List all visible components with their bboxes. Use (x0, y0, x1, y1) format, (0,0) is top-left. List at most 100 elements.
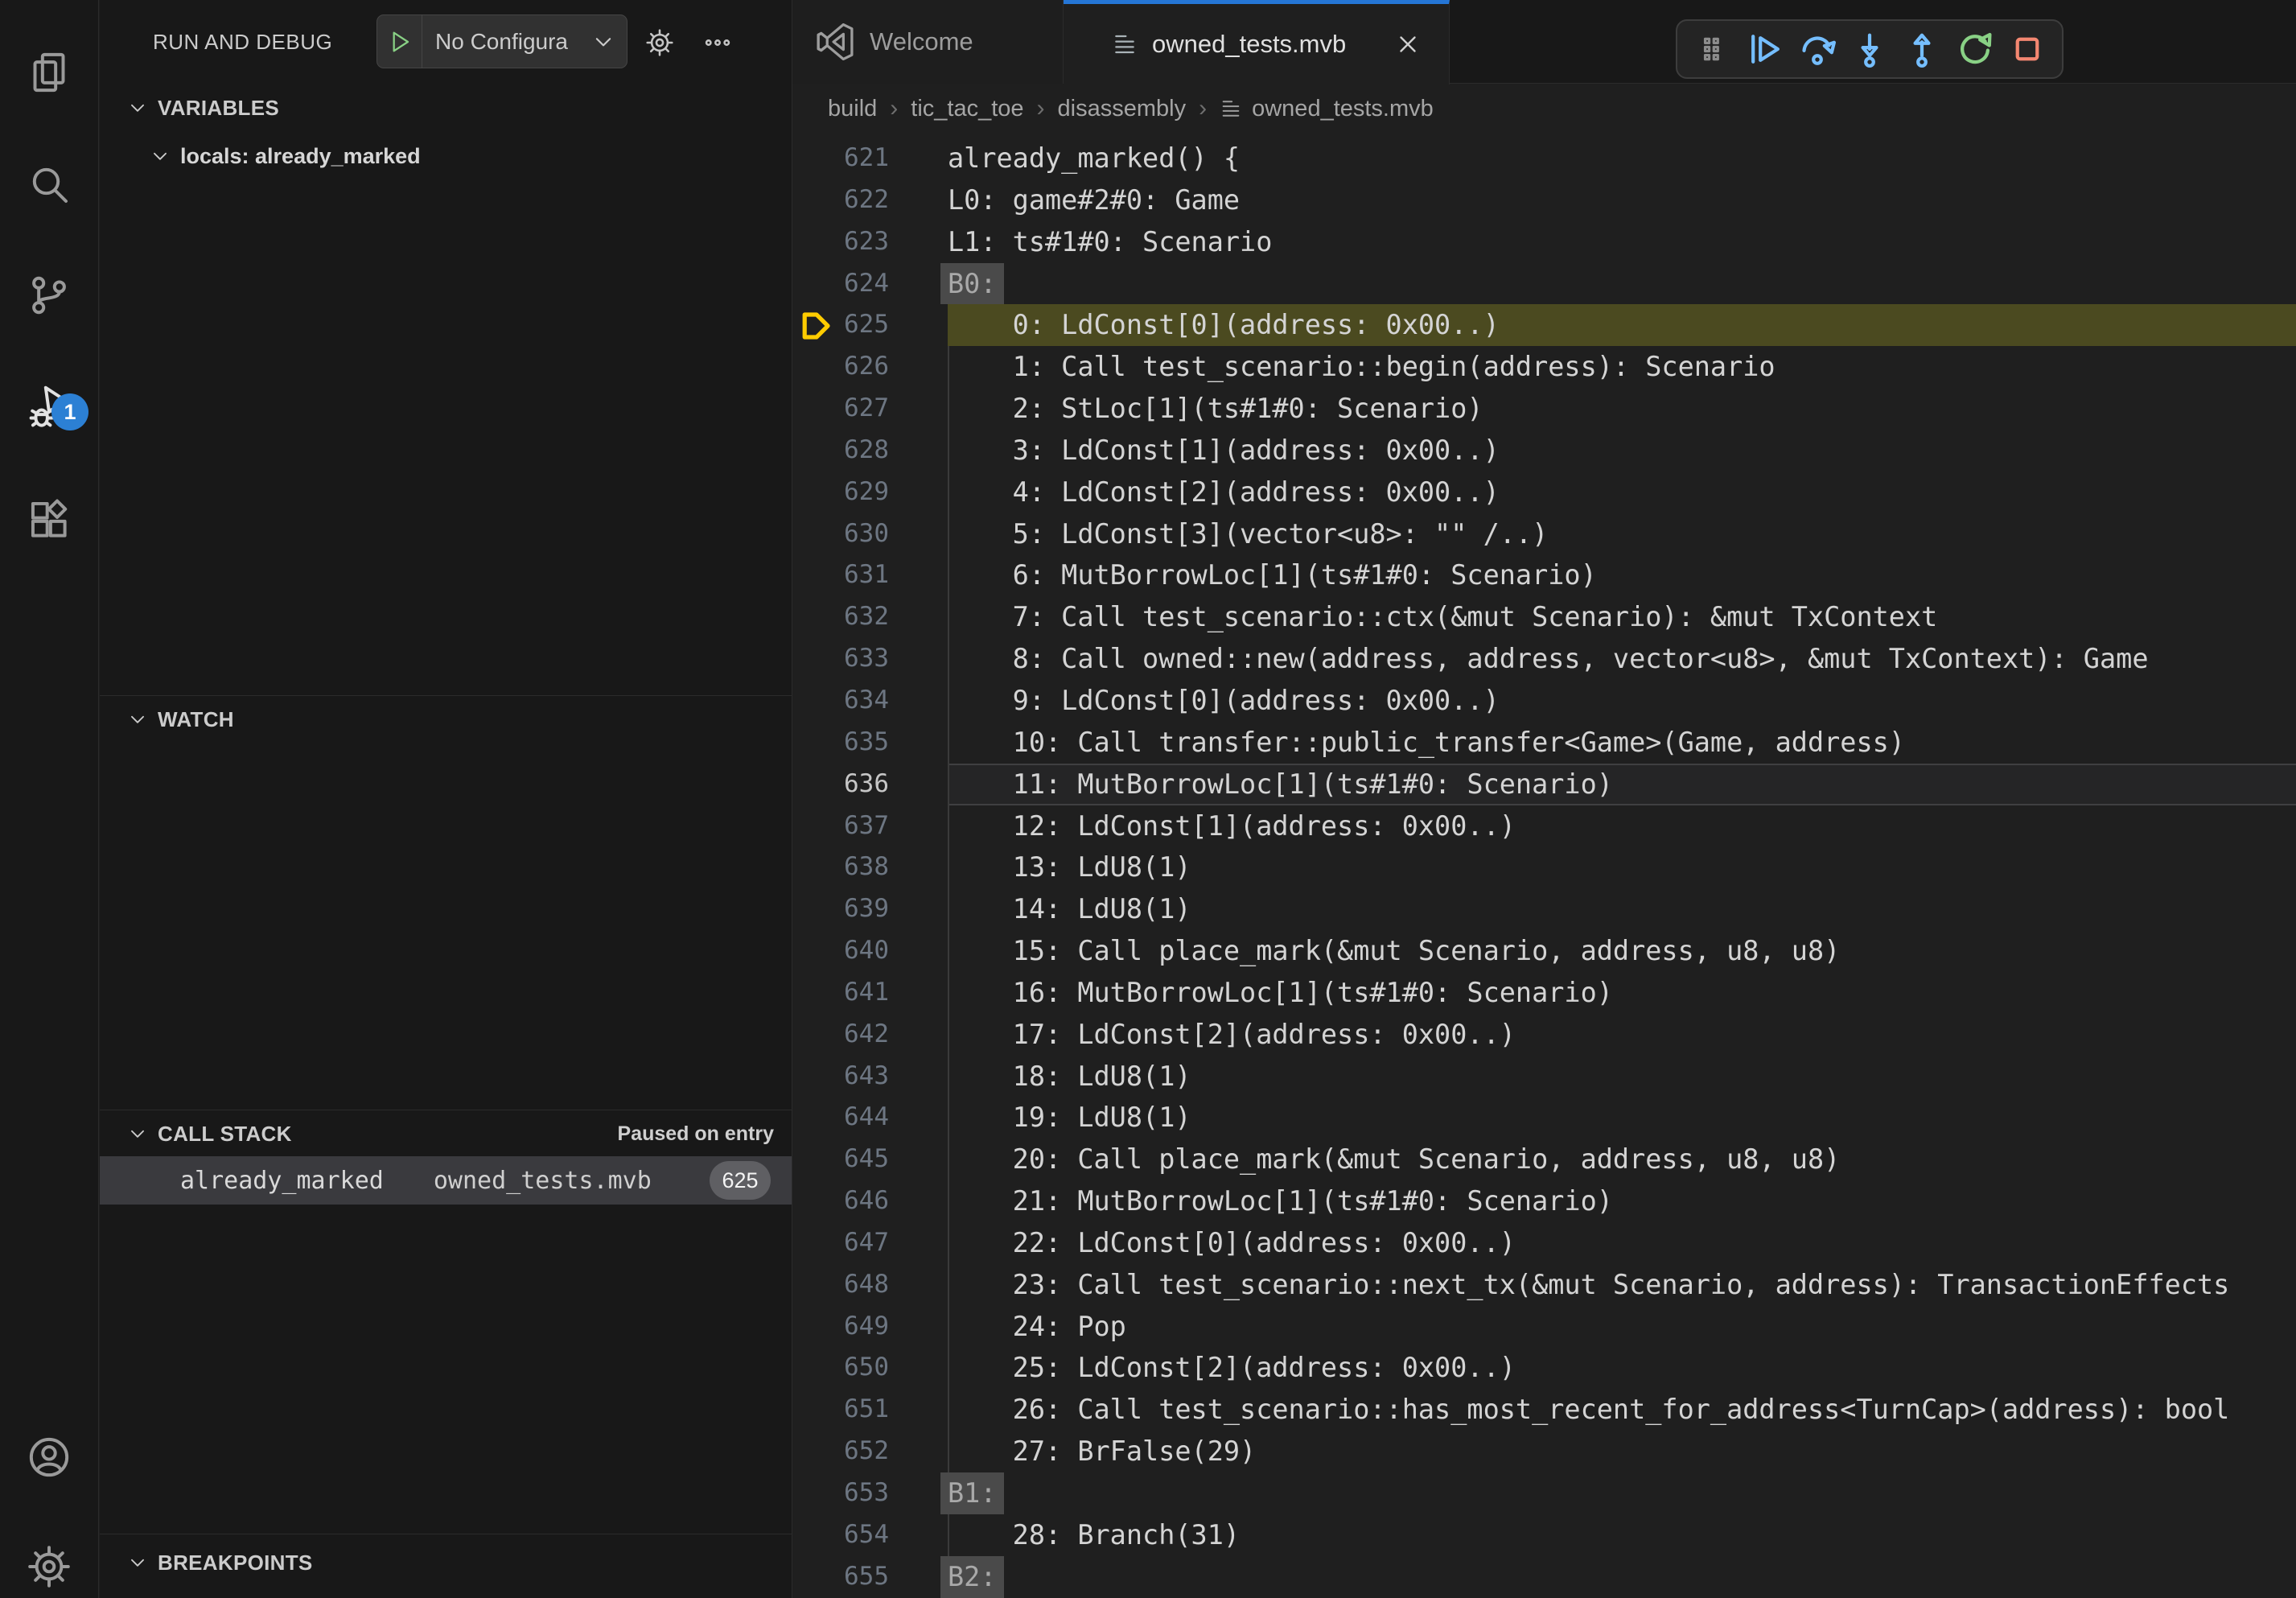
activity-item-search[interactable] (0, 146, 98, 223)
code-line-639[interactable]: 639 14: LdU8(1) (792, 888, 2296, 930)
line-number[interactable]: 653 (792, 1472, 889, 1514)
line-number[interactable]: 648 (792, 1264, 889, 1306)
line-number[interactable]: 633 (792, 638, 889, 680)
line-number[interactable]: 655 (792, 1556, 889, 1598)
line-number[interactable]: 639 (792, 888, 889, 930)
close-icon[interactable] (1394, 31, 1422, 58)
code-line-654[interactable]: 654 28: Branch(31) (792, 1514, 2296, 1556)
code-line-629[interactable]: 629 4: LdConst[2](address: 0x00..) (792, 472, 2296, 513)
call-stack-frame-row[interactable]: already_marked owned_tests.mvb 625 (100, 1156, 792, 1205)
step-over-button[interactable] (1797, 29, 1837, 69)
code-line-645[interactable]: 645 20: Call place_mark(&mut Scenario, a… (792, 1139, 2296, 1180)
line-number[interactable]: 652 (792, 1431, 889, 1472)
line-number[interactable]: 650 (792, 1347, 889, 1389)
tab-welcome[interactable]: Welcome (792, 0, 1064, 84)
line-number[interactable]: 644 (792, 1097, 889, 1139)
code-line-630[interactable]: 630 5: LdConst[3](vector<u8>: "" /..) (792, 513, 2296, 555)
toolbar-drag-handle[interactable] (1692, 29, 1732, 69)
code-line-652[interactable]: 652 27: BrFalse(29) (792, 1431, 2296, 1472)
section-header-breakpoints[interactable]: BREAKPOINTS (100, 1540, 792, 1585)
line-number[interactable]: 643 (792, 1056, 889, 1098)
code-line-655[interactable]: 655B2: (792, 1556, 2296, 1598)
code-line-637[interactable]: 637 12: LdConst[1](address: 0x00..) (792, 805, 2296, 847)
line-number[interactable]: 632 (792, 596, 889, 638)
start-debugging-button[interactable] (377, 15, 422, 68)
line-number[interactable]: 628 (792, 430, 889, 472)
code-line-653[interactable]: 653B1: (792, 1472, 2296, 1514)
code-line-633[interactable]: 633 8: Call owned::new(address, address,… (792, 638, 2296, 680)
code-line-636[interactable]: 636 11: MutBorrowLoc[1](ts#1#0: Scenario… (792, 764, 2296, 805)
restart-button[interactable] (1955, 29, 1995, 69)
line-number[interactable]: 629 (792, 472, 889, 513)
code-line-640[interactable]: 640 15: Call place_mark(&mut Scenario, a… (792, 930, 2296, 972)
code-line-651[interactable]: 651 26: Call test_scenario::has_most_rec… (792, 1389, 2296, 1431)
activity-item-extensions[interactable] (0, 481, 98, 558)
code-line-625[interactable]: 625 0: LdConst[0](address: 0x00..) (792, 304, 2296, 346)
line-number[interactable]: 638 (792, 846, 889, 888)
code-line-642[interactable]: 642 17: LdConst[2](address: 0x00..) (792, 1014, 2296, 1056)
code-line-648[interactable]: 648 23: Call test_scenario::next_tx(&mut… (792, 1264, 2296, 1306)
code-editor[interactable]: 621already_marked() {622L0: game#2#0: Ga… (792, 134, 2296, 1598)
code-line-641[interactable]: 641 16: MutBorrowLoc[1](ts#1#0: Scenario… (792, 972, 2296, 1014)
code-line-635[interactable]: 635 10: Call transfer::public_transfer<G… (792, 722, 2296, 764)
line-number[interactable]: 634 (792, 680, 889, 722)
code-line-627[interactable]: 627 2: StLoc[1](ts#1#0: Scenario) (792, 388, 2296, 430)
code-line-621[interactable]: 621already_marked() { (792, 138, 2296, 179)
code-line-643[interactable]: 643 18: LdU8(1) (792, 1056, 2296, 1098)
breadcrumb-item-build[interactable]: build (828, 96, 877, 122)
line-number[interactable]: 621 (792, 138, 889, 179)
line-number[interactable]: 640 (792, 930, 889, 972)
line-number[interactable]: 651 (792, 1389, 889, 1431)
activity-item-accounts[interactable] (0, 1419, 98, 1496)
line-number[interactable]: 641 (792, 972, 889, 1014)
line-number[interactable]: 626 (792, 346, 889, 388)
breadcrumb-item-disassembly[interactable]: disassembly (1058, 96, 1187, 122)
line-number[interactable]: 636 (792, 764, 889, 805)
code-line-628[interactable]: 628 3: LdConst[1](address: 0x00..) (792, 430, 2296, 472)
line-number[interactable]: 654 (792, 1514, 889, 1556)
continue-button[interactable] (1744, 29, 1784, 69)
line-number[interactable]: 637 (792, 805, 889, 847)
code-line-647[interactable]: 647 22: LdConst[0](address: 0x00..) (792, 1222, 2296, 1264)
breadcrumb-item-tic-tac-toe[interactable]: tic_tac_toe (911, 96, 1023, 122)
line-number[interactable]: 642 (792, 1014, 889, 1056)
activity-item-source-control[interactable] (0, 257, 98, 334)
breadcrumb-item-file[interactable]: owned_tests.mvb (1220, 96, 1434, 122)
section-header-call-stack[interactable]: CALL STACK Paused on entry (100, 1111, 792, 1156)
debug-configuration-dropdown[interactable]: No Configura (376, 14, 627, 68)
stop-button[interactable] (2007, 29, 2047, 69)
code-line-634[interactable]: 634 9: LdConst[0](address: 0x00..) (792, 680, 2296, 722)
step-out-button[interactable] (1902, 29, 1942, 69)
line-number[interactable]: 647 (792, 1222, 889, 1264)
variables-scope-locals[interactable]: locals: already_marked (100, 134, 792, 179)
line-number[interactable]: 624 (792, 263, 889, 305)
line-number[interactable]: 645 (792, 1139, 889, 1180)
code-line-624[interactable]: 624B0: (792, 263, 2296, 305)
debug-settings-button[interactable] (644, 27, 676, 59)
line-number[interactable]: 631 (792, 554, 889, 596)
code-line-626[interactable]: 626 1: Call test_scenario::begin(address… (792, 346, 2296, 388)
line-number[interactable]: 630 (792, 513, 889, 555)
code-line-623[interactable]: 623L1: ts#1#0: Scenario (792, 221, 2296, 263)
activity-item-settings[interactable] (0, 1528, 98, 1598)
line-number[interactable]: 635 (792, 722, 889, 764)
code-line-646[interactable]: 646 21: MutBorrowLoc[1](ts#1#0: Scenario… (792, 1180, 2296, 1222)
line-number[interactable]: 622 (792, 179, 889, 221)
code-line-638[interactable]: 638 13: LdU8(1) (792, 846, 2296, 888)
line-number[interactable]: 627 (792, 388, 889, 430)
code-line-650[interactable]: 650 25: LdConst[2](address: 0x00..) (792, 1347, 2296, 1389)
more-actions-button[interactable] (702, 27, 734, 59)
activity-item-explorer[interactable] (0, 34, 98, 111)
line-number[interactable]: 623 (792, 221, 889, 263)
code-line-622[interactable]: 622L0: game#2#0: Game (792, 179, 2296, 221)
code-line-644[interactable]: 644 19: LdU8(1) (792, 1097, 2296, 1139)
code-line-631[interactable]: 631 6: MutBorrowLoc[1](ts#1#0: Scenario) (792, 554, 2296, 596)
section-header-variables[interactable]: VARIABLES (100, 85, 792, 130)
code-line-632[interactable]: 632 7: Call test_scenario::ctx(&mut Scen… (792, 596, 2296, 638)
tab-owned-tests[interactable]: owned_tests.mvb (1064, 0, 1450, 84)
line-number[interactable]: 649 (792, 1306, 889, 1348)
line-number[interactable]: 646 (792, 1180, 889, 1222)
code-line-649[interactable]: 649 24: Pop (792, 1306, 2296, 1348)
section-header-watch[interactable]: WATCH (100, 697, 792, 742)
step-into-button[interactable] (1850, 29, 1890, 69)
